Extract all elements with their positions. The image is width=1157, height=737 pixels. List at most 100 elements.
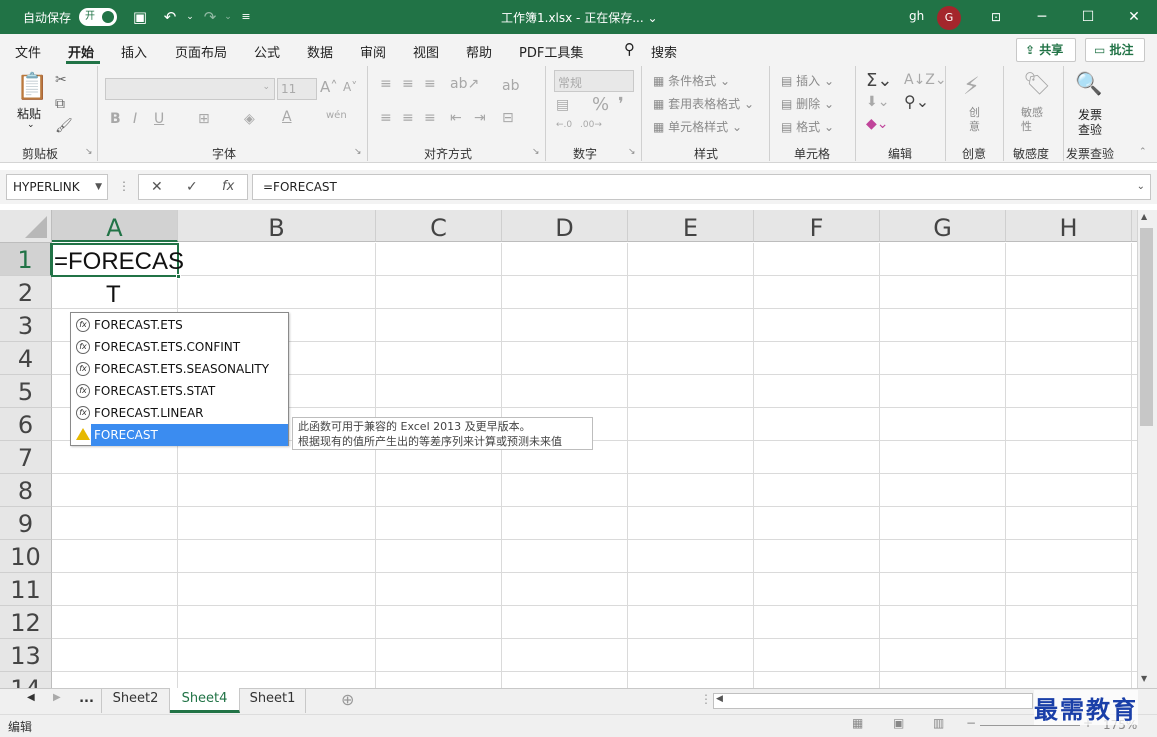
autocomplete-item-selected[interactable]: FORECAST xyxy=(91,424,288,446)
merge-center-icon[interactable]: ⊟ xyxy=(502,110,514,126)
paste-dropdown-icon[interactable]: ⌄ xyxy=(27,120,35,130)
vertical-scroll-thumb[interactable] xyxy=(1140,228,1153,426)
underline-icon[interactable]: U xyxy=(154,111,164,127)
borders-icon[interactable]: ⊞ xyxy=(198,111,210,127)
increase-decimal-icon[interactable]: ←.0 xyxy=(556,120,572,130)
insert-cells-button[interactable]: ▤ 插入 ⌄ xyxy=(781,72,834,89)
tab-review[interactable]: 审阅 xyxy=(360,42,386,61)
tab-formulas[interactable]: 公式 xyxy=(254,42,280,61)
row-header[interactable]: 9 xyxy=(0,507,52,540)
currency-icon[interactable]: ▤ xyxy=(556,97,569,113)
autocomplete-item[interactable]: fx FORECAST.ETS.CONFINT xyxy=(72,336,288,358)
comments-button[interactable]: ▭ 批注 xyxy=(1085,38,1145,62)
sensitivity-button-label[interactable]: 敏感 性 xyxy=(1021,106,1049,134)
zoom-out-icon[interactable]: − xyxy=(966,716,976,730)
next-sheet-icon[interactable]: ▶ xyxy=(53,692,61,703)
autosave-toggle[interactable]: 开 xyxy=(79,8,117,26)
row-header[interactable]: 6 xyxy=(0,408,52,441)
row-header[interactable]: 2 xyxy=(0,276,52,309)
cell-styles-button[interactable]: ▦ 单元格样式 ⌄ xyxy=(653,118,742,135)
align-top-icon[interactable]: ≡ xyxy=(380,76,392,92)
align-middle-icon[interactable]: ≡ xyxy=(402,76,414,92)
creative-icon[interactable]: ⚡ xyxy=(963,72,980,100)
paste-icon[interactable]: 📋 xyxy=(16,72,48,102)
column-header[interactable]: E xyxy=(628,210,754,242)
scroll-down-icon[interactable]: ▼ xyxy=(1141,674,1147,683)
redo-dropdown-icon[interactable]: ⌄ xyxy=(218,7,238,27)
avatar[interactable]: G xyxy=(937,6,961,30)
sheet-tab[interactable]: Sheet1 xyxy=(240,688,306,713)
format-as-table-button[interactable]: ▦ 套用表格格式 ⌄ xyxy=(653,95,754,112)
autosum-icon[interactable]: Σ⌄ xyxy=(866,70,892,91)
font-color-icon[interactable]: A xyxy=(282,109,292,125)
row-header[interactable]: 5 xyxy=(0,375,52,408)
copy-icon[interactable]: ⧉ xyxy=(55,96,65,112)
fill-icon[interactable]: ⬇⌄ xyxy=(866,94,889,110)
column-header[interactable]: B xyxy=(178,210,376,242)
tab-view[interactable]: 视图 xyxy=(413,42,439,61)
row-header[interactable]: 14 xyxy=(0,672,52,688)
fill-handle[interactable] xyxy=(176,274,181,279)
tab-splitter-icon[interactable]: ⋮ xyxy=(700,692,712,706)
prev-sheet-icon[interactable]: ◀ xyxy=(27,692,35,703)
italic-icon[interactable]: I xyxy=(133,111,137,127)
tab-help[interactable]: 帮助 xyxy=(466,42,492,61)
sheet-tab-active[interactable]: Sheet4 xyxy=(170,688,240,713)
tab-home[interactable]: 开始 xyxy=(68,42,94,61)
font-name-box[interactable]: ⌄ xyxy=(105,78,275,100)
minimize-icon[interactable]: ─ xyxy=(1030,6,1054,28)
format-painter-icon[interactable]: 🖌 xyxy=(55,118,73,134)
search-label[interactable]: 搜索 xyxy=(651,42,677,61)
tab-insert[interactable]: 插入 xyxy=(121,42,147,61)
enter-icon[interactable]: ✓ xyxy=(186,179,198,195)
phonetic-icon[interactable]: wén xyxy=(326,110,347,121)
align-left-icon[interactable]: ≡ xyxy=(380,110,392,126)
row-header[interactable]: 8 xyxy=(0,474,52,507)
autocomplete-item[interactable]: fx FORECAST.ETS.STAT xyxy=(72,380,288,402)
undo-icon[interactable]: ↶ xyxy=(160,7,180,27)
row-header[interactable]: 12 xyxy=(0,606,52,639)
fill-color-icon[interactable]: ◈ xyxy=(244,111,255,127)
sheet-tab[interactable]: Sheet2 xyxy=(102,688,170,713)
row-header[interactable]: 13 xyxy=(0,639,52,672)
column-header[interactable]: C xyxy=(376,210,502,242)
row-header[interactable]: 4 xyxy=(0,342,52,375)
font-launcher-icon[interactable]: ↘ xyxy=(354,147,362,157)
decrease-font-icon[interactable]: A˅ xyxy=(343,80,357,94)
creative-button-label[interactable]: 创 意 xyxy=(969,106,983,134)
search-icon[interactable]: ⚲ xyxy=(624,40,635,58)
sort-filter-icon[interactable]: A↓Z⌄ xyxy=(904,72,947,88)
column-header[interactable]: A xyxy=(52,210,178,242)
row-header[interactable]: 7 xyxy=(0,441,52,474)
bold-icon[interactable]: B xyxy=(110,111,121,127)
row-header[interactable]: 10 xyxy=(0,540,52,573)
invoice-button-label-2[interactable]: 查验 xyxy=(1078,121,1102,138)
tab-page-layout[interactable]: 页面布局 xyxy=(175,42,227,61)
increase-indent-icon[interactable]: ⇥ xyxy=(474,110,486,126)
redo-icon[interactable]: ↷ xyxy=(200,7,220,27)
name-box[interactable]: HYPERLINK ▼ xyxy=(6,174,108,200)
tab-pdf-tools[interactable]: PDF工具集 xyxy=(519,42,583,61)
collapse-ribbon-icon[interactable]: ⌃ xyxy=(1139,147,1147,157)
formula-input[interactable]: =FORECAST ⌄ xyxy=(252,174,1151,200)
tab-file[interactable]: 文件 xyxy=(15,42,41,61)
font-size-box[interactable]: 11 xyxy=(277,78,317,100)
sensitivity-icon[interactable]: 🏷 xyxy=(1023,72,1051,97)
align-center-icon[interactable]: ≡ xyxy=(402,110,414,126)
invoice-check-icon[interactable]: 🔍 xyxy=(1075,72,1102,97)
column-header[interactable]: D xyxy=(502,210,628,242)
find-select-icon[interactable]: ⚲⌄ xyxy=(904,92,929,111)
orientation-icon[interactable]: ab↗ xyxy=(450,76,479,92)
row-header[interactable]: 1 xyxy=(0,243,52,276)
cancel-icon[interactable]: ✕ xyxy=(151,179,163,195)
add-sheet-icon[interactable]: ⊕ xyxy=(341,690,354,709)
horizontal-scrollbar[interactable] xyxy=(713,693,1033,709)
normal-view-icon[interactable]: ▦ xyxy=(852,716,863,730)
sheet-overflow[interactable]: ... xyxy=(72,688,102,713)
autocomplete-item[interactable]: fx FORECAST.ETS.SEASONALITY xyxy=(72,358,288,380)
clear-icon[interactable]: ◆⌄ xyxy=(866,116,889,132)
format-cells-button[interactable]: ▤ 格式 ⌄ xyxy=(781,118,834,135)
delete-cells-button[interactable]: ▤ 删除 ⌄ xyxy=(781,95,834,112)
wrap-text-icon[interactable]: ab xyxy=(502,78,519,94)
undo-dropdown-icon[interactable]: ⌄ xyxy=(180,7,200,27)
